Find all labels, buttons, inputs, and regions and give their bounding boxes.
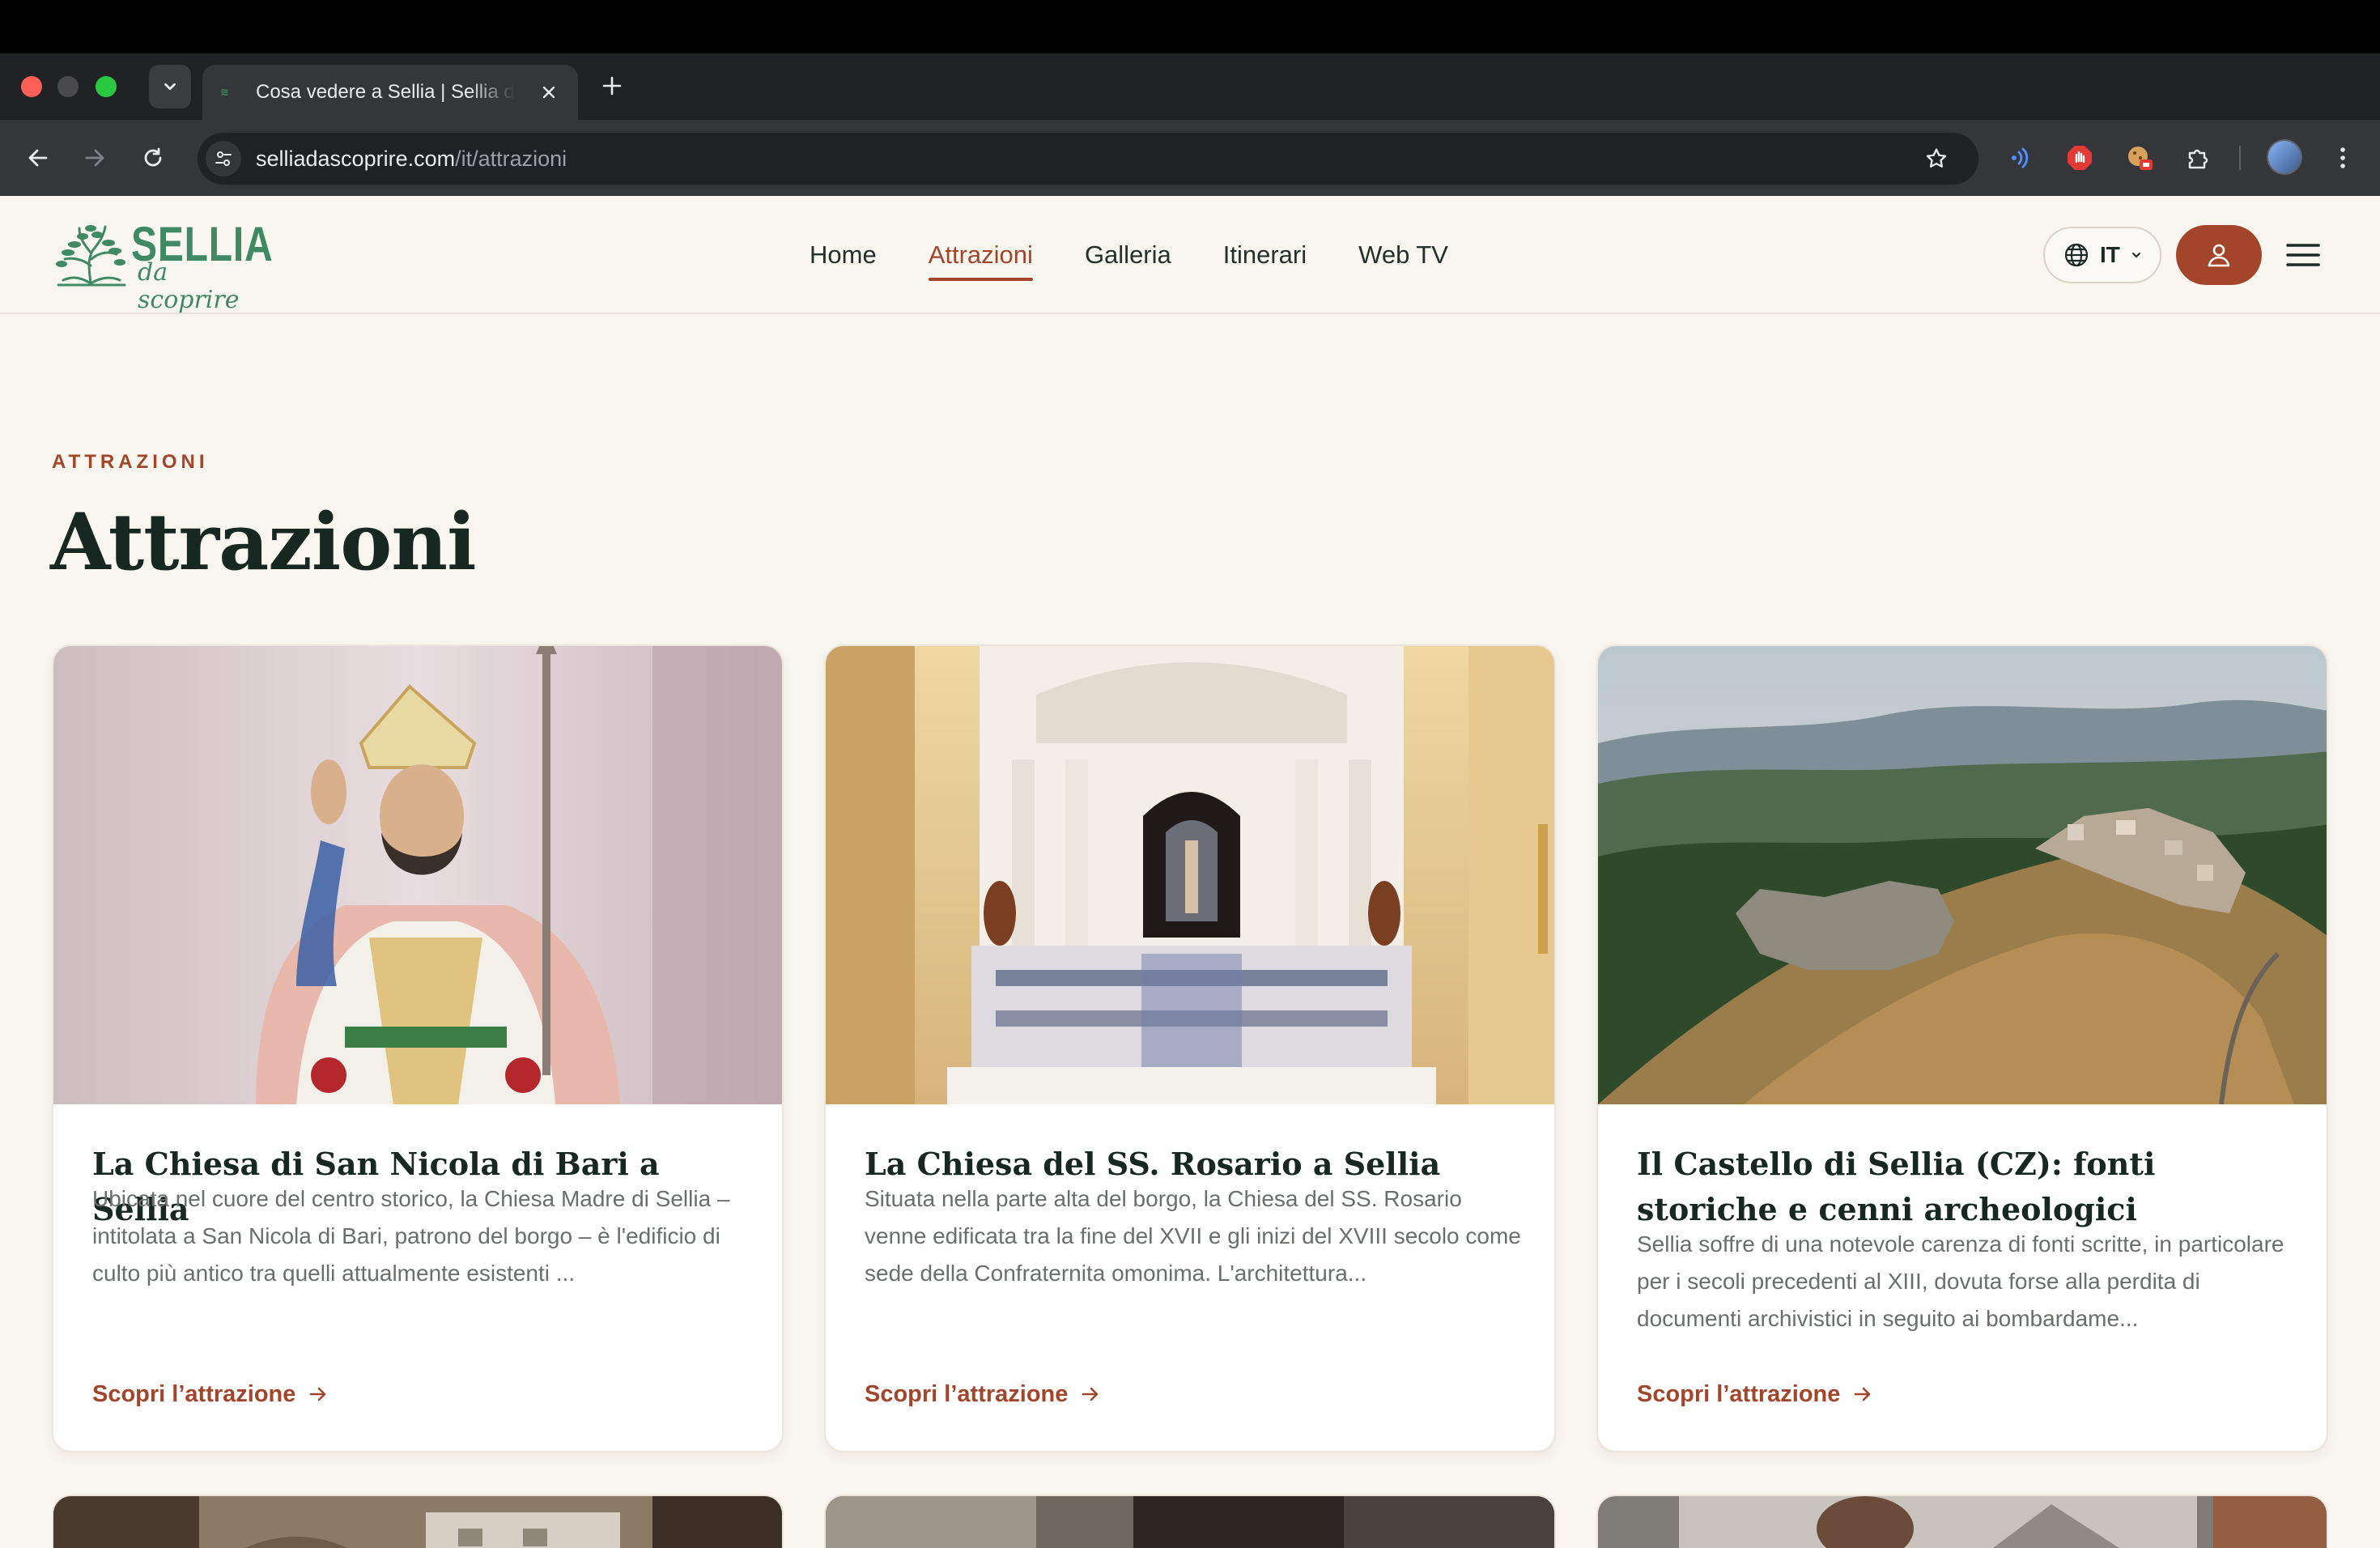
nav-item-attrazioni[interactable]: Attrazioni <box>928 239 1034 281</box>
user-icon <box>2208 244 2230 267</box>
toolbar-divider <box>2239 146 2241 170</box>
discover-attraction-link[interactable]: Scopri l’attrazione <box>92 1380 329 1409</box>
card-image-town-arch <box>53 1496 782 1548</box>
sound-waves-icon <box>2012 147 2029 168</box>
discover-attraction-link[interactable]: Scopri l’attrazione <box>1637 1380 1874 1409</box>
arrow-right-icon <box>1855 1387 1871 1401</box>
card-description: Ubicata nel cuore del centro storico, la… <box>92 1186 730 1286</box>
window-minimize-button[interactable] <box>57 76 79 97</box>
url-text: selliadascoprire.com/it/attrazioni <box>256 146 567 172</box>
browser-menu-button[interactable] <box>2328 141 2357 175</box>
attraction-card-partial[interactable] <box>1596 1495 2328 1548</box>
extension-cookie-button[interactable] <box>2123 141 2157 175</box>
window-close-button[interactable] <box>21 76 42 97</box>
attraction-card-ss-rosario[interactable]: La Chiesa del SS. Rosario a Sellia Situa… <box>824 644 1556 1452</box>
attraction-card-castello[interactable]: Il Castello di Sellia (CZ): fonti storic… <box>1596 644 2328 1452</box>
language-selector[interactable]: IT <box>2043 227 2161 283</box>
attraction-card-san-nicola[interactable]: La Chiesa di San Nicola di Bari a Sellia… <box>52 644 784 1452</box>
arrow-left-icon <box>28 149 48 167</box>
olive-tree-logo-icon <box>56 225 126 287</box>
back-button[interactable] <box>19 139 57 176</box>
profile-avatar[interactable] <box>2267 139 2302 175</box>
cta-label: Scopri l’attrazione <box>865 1381 1069 1407</box>
stop-hand-icon <box>2068 146 2092 170</box>
cta-label: Scopri l’attrazione <box>1637 1381 1841 1407</box>
tab-search-button[interactable] <box>149 65 191 108</box>
user-account-button[interactable] <box>2176 225 2262 285</box>
cta-label: Scopri l’attrazione <box>92 1381 296 1407</box>
url-host: selliadascoprire.com <box>256 147 456 171</box>
nav-item-galleria[interactable]: Galleria <box>1085 239 1171 271</box>
site-header: SELLIA da scoprire Home Attrazioni Galle… <box>0 196 2380 314</box>
nav-item-web-tv[interactable]: Web TV <box>1358 239 1448 271</box>
main-navigation: Home Attrazioni Galleria Itinerari Web T… <box>810 196 1448 314</box>
logo-subtitle: da scoprire <box>138 258 240 314</box>
site-logo[interactable]: SELLIA da scoprire <box>50 217 273 314</box>
cookie-icon <box>2128 147 2153 170</box>
tune-icon <box>215 151 232 166</box>
reload-button[interactable] <box>134 139 172 176</box>
chevron-down-icon <box>2131 253 2140 257</box>
extension-adblock-button[interactable] <box>2063 141 2097 175</box>
browser-tab-active[interactable]: ≋ Cosa vedere a Sellia | Sellia da scopr… <box>202 65 578 120</box>
extensions-menu-button[interactable] <box>2181 141 2215 175</box>
card-image-saint-statue <box>53 646 782 1104</box>
page-title: Attrazioni <box>50 496 477 588</box>
url-path: /it/attrazioni <box>455 147 567 171</box>
card-description: Situata nella parte alta del borgo, la C… <box>865 1186 1521 1286</box>
globe-icon <box>2064 243 2089 267</box>
close-icon <box>542 86 555 99</box>
card-image-mural <box>1598 1496 2327 1548</box>
extension-audio-button[interactable] <box>2003 141 2037 175</box>
card-title[interactable]: Il Castello di Sellia (CZ): fonti storic… <box>1637 1142 2301 1232</box>
menu-button[interactable] <box>2284 236 2322 274</box>
arrow-right-icon <box>85 149 104 167</box>
card-description: Sellia soffre di una notevole carenza di… <box>1637 1231 2284 1331</box>
tab-title: Cosa vedere a Sellia | Sellia da scoprir… <box>256 81 515 103</box>
site-favicon-icon: ≋ <box>220 86 229 98</box>
section-eyebrow: ATTRAZIONI <box>52 451 209 473</box>
nav-item-home[interactable]: Home <box>810 239 877 271</box>
attraction-card-partial[interactable] <box>52 1495 784 1548</box>
attraction-card-partial[interactable] <box>824 1495 1556 1548</box>
more-vertical-icon <box>2340 147 2345 168</box>
os-menubar <box>0 0 2380 53</box>
window-zoom-button[interactable] <box>96 76 117 97</box>
new-tab-button[interactable] <box>596 70 628 102</box>
nav-item-itinerari[interactable]: Itinerari <box>1223 239 1307 271</box>
chevron-down-icon <box>164 83 176 91</box>
arrow-right-icon <box>1082 1387 1099 1401</box>
forward-button[interactable] <box>76 139 113 176</box>
card-image-church-altar <box>826 646 1554 1104</box>
card-image-castle-landscape <box>1598 646 2327 1104</box>
plus-icon <box>602 76 622 96</box>
hamburger-menu-icon <box>2286 244 2320 266</box>
puzzle-icon <box>2188 149 2208 169</box>
reload-icon <box>144 147 162 167</box>
card-image-stone-interior <box>826 1496 1554 1548</box>
tab-close-button[interactable] <box>533 76 565 108</box>
address-bar[interactable]: selliadascoprire.com/it/attrazioni <box>198 133 1978 185</box>
bookmark-button[interactable] <box>1922 144 1951 173</box>
discover-attraction-link[interactable]: Scopri l’attrazione <box>865 1380 1102 1409</box>
site-info-button[interactable] <box>206 141 241 176</box>
arrow-right-icon <box>310 1387 326 1401</box>
language-code: IT <box>2100 242 2120 267</box>
star-icon <box>1926 148 1947 168</box>
